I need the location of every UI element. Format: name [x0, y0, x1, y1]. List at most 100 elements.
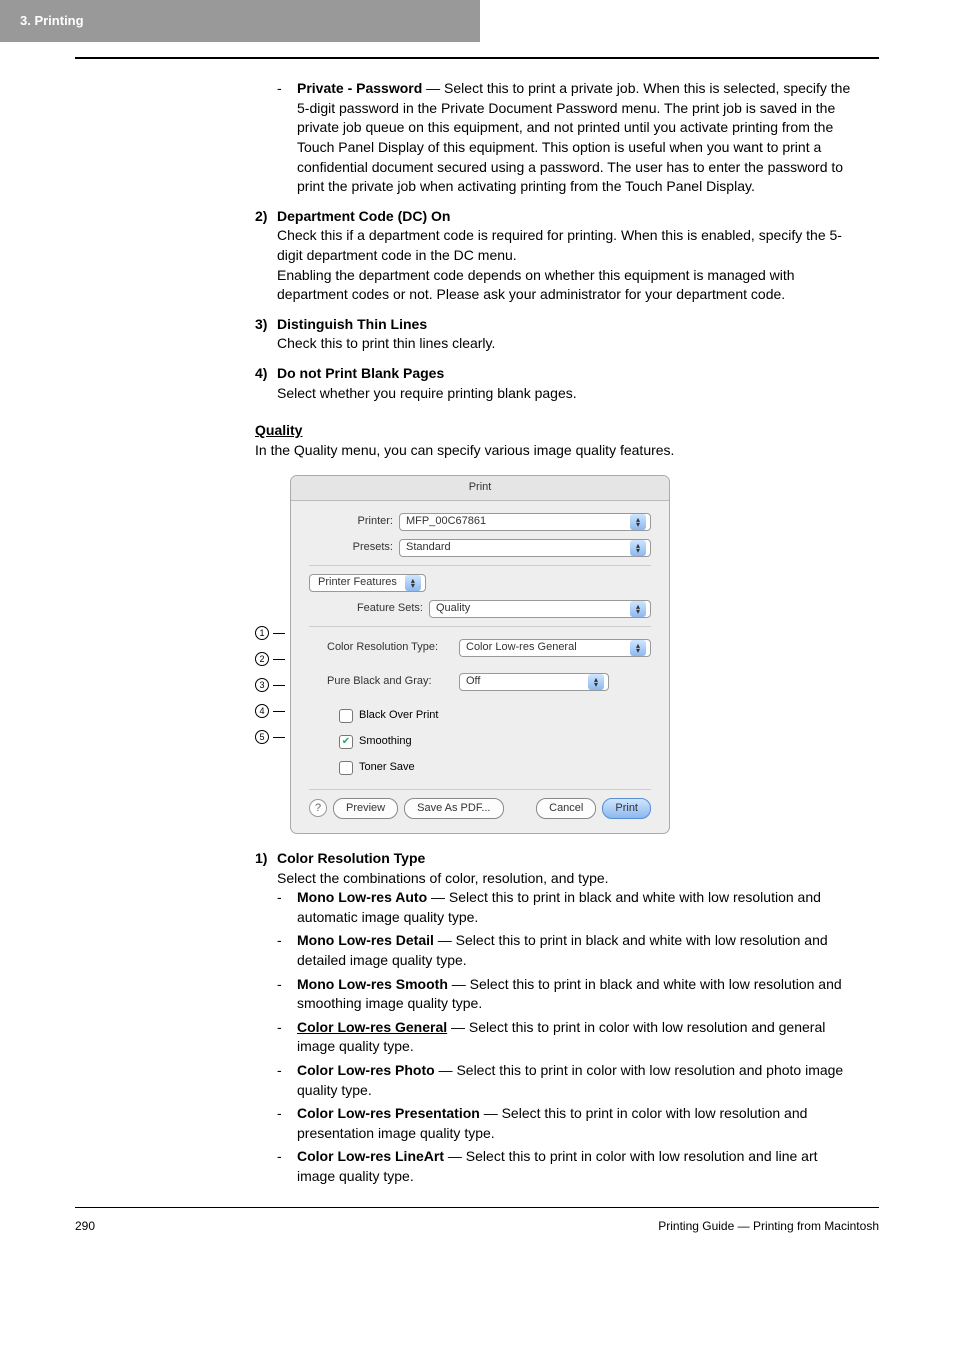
smoothing-checkbox[interactable]: ✔ [339, 735, 353, 749]
page-header: 3. Printing [0, 0, 954, 42]
feature-sets-label: Feature Sets: [309, 601, 429, 616]
list-item: -Mono Low-res Detail — Select this to pr… [277, 931, 859, 970]
divider [309, 626, 651, 627]
color-res-options: -Mono Low-res Auto — Select this to prin… [255, 888, 859, 1186]
option-text: Mono Low-res Auto — Select this to print… [297, 888, 859, 927]
printer-value: MFP_00C67861 [406, 514, 486, 529]
list-item: -Mono Low-res Smooth — Select this to pr… [277, 975, 859, 1014]
item-3-p1: Check this to print thin lines clearly. [277, 334, 859, 354]
item-2-p1: Check this if a department code is requi… [277, 226, 859, 265]
list-item: -Color Low-res Presentation — Select thi… [277, 1104, 859, 1143]
bullet-dash: - [277, 975, 297, 1014]
print-button[interactable]: Print [602, 798, 651, 819]
save-pdf-button[interactable]: Save As PDF... [404, 798, 503, 819]
private-password-text: Private - Password — Select this to prin… [297, 79, 859, 197]
callout-5: 5 [255, 724, 285, 750]
bullet-dash: - [277, 1018, 297, 1057]
quality-intro: In the Quality menu, you can specify var… [255, 441, 859, 461]
option-name: Color Low-res Presentation [297, 1105, 480, 1121]
item-4-p1: Select whether you require printing blan… [277, 384, 859, 404]
option-name: Color Low-res Photo [297, 1062, 435, 1078]
chevron-updown-icon: ▴▾ [630, 601, 646, 617]
option-text: Color Low-res Presentation — Select this… [297, 1104, 859, 1143]
item-2-num: 2) [255, 207, 277, 305]
color-res-label: Color Resolution Type: [309, 640, 459, 655]
cancel-button[interactable]: Cancel [536, 798, 596, 819]
item-3-num: 3) [255, 315, 277, 354]
print-dialog: Print Printer: MFP_00C67861 ▴▾ Presets: … [290, 475, 670, 834]
option-text: Color Low-res LineArt — Select this to p… [297, 1147, 859, 1186]
option-text: Color Low-res Photo — Select this to pri… [297, 1061, 859, 1100]
footer: 290 Printing Guide — Printing from Macin… [0, 1218, 954, 1260]
list-item: -Mono Low-res Auto — Select this to prin… [277, 888, 859, 927]
bullet-dash: - [277, 1147, 297, 1186]
chevron-updown-icon: ▴▾ [630, 540, 646, 556]
option-name: Color Low-res General [297, 1019, 447, 1035]
printer-select[interactable]: MFP_00C67861 ▴▾ [399, 513, 651, 531]
option-name: Color Low-res LineArt [297, 1148, 444, 1164]
black-overprint-checkbox[interactable] [339, 709, 353, 723]
option-name: Mono Low-res Smooth [297, 976, 448, 992]
bullet-dash: - [277, 79, 297, 197]
chevron-updown-icon: ▴▾ [405, 575, 421, 591]
chevron-updown-icon: ▴▾ [588, 674, 604, 690]
option-text: Mono Low-res Detail — Select this to pri… [297, 931, 859, 970]
item-4-title: Do not Print Blank Pages [277, 364, 859, 384]
list-item: -Color Low-res General — Select this to … [277, 1018, 859, 1057]
smoothing-label: Smoothing [359, 734, 412, 749]
item-4: 4) Do not Print Blank Pages Select wheth… [255, 364, 859, 403]
private-password-label: Private - Password [297, 80, 422, 96]
option-name: Mono Low-res Detail [297, 932, 434, 948]
color-res-num: 1) [255, 849, 277, 888]
divider [309, 565, 651, 566]
callout-3: 3 [255, 672, 285, 698]
item-2-title: Department Code (DC) On [277, 207, 859, 227]
presets-label: Presets: [309, 540, 399, 555]
feature-sets-select[interactable]: Quality ▴▾ [429, 600, 651, 618]
dialog-title: Print [291, 476, 669, 500]
chevron-updown-icon: ▴▾ [630, 514, 646, 530]
private-password-desc: — Select this to print a private job. Wh… [297, 80, 850, 194]
presets-value: Standard [406, 540, 451, 555]
presets-select[interactable]: Standard ▴▾ [399, 539, 651, 557]
divider [309, 789, 651, 790]
color-res-section: 1) Color Resolution Type Select the comb… [255, 849, 859, 888]
help-icon[interactable]: ? [309, 799, 327, 817]
quality-heading: Quality [255, 421, 859, 441]
printer-label: Printer: [309, 514, 399, 529]
color-res-intro: Select the combinations of color, resolu… [277, 869, 859, 889]
option-name: Mono Low-res Auto [297, 889, 427, 905]
private-password-block: - Private - Password — Select this to pr… [255, 79, 859, 197]
feature-tab-value: Printer Features [318, 575, 397, 590]
callout-2: 2 [255, 646, 285, 672]
bottom-rule [75, 1207, 879, 1208]
bullet-dash: - [277, 1061, 297, 1100]
print-dialog-figure: 1 2 3 4 5 Print Printer: MFP_00C67861 ▴▾… [255, 475, 859, 834]
color-res-select[interactable]: Color Low-res General ▴▾ [459, 639, 651, 657]
color-res-value: Color Low-res General [466, 640, 577, 655]
pure-black-value: Off [466, 674, 480, 689]
feature-sets-value: Quality [436, 601, 470, 616]
item-2-p2: Enabling the department code depends on … [277, 266, 859, 305]
bullet-dash: - [277, 1104, 297, 1143]
item-3-title: Distinguish Thin Lines [277, 315, 859, 335]
feature-tab-select[interactable]: Printer Features ▴▾ [309, 574, 426, 592]
black-overprint-label: Black Over Print [359, 708, 438, 723]
callouts: 1 2 3 4 5 [255, 620, 285, 750]
list-item: -Color Low-res LineArt — Select this to … [277, 1147, 859, 1186]
bullet-dash: - [277, 888, 297, 927]
callout-4: 4 [255, 698, 285, 724]
item-2: 2) Department Code (DC) On Check this if… [255, 207, 859, 305]
page-content: - Private - Password — Select this to pr… [0, 79, 954, 1186]
color-res-title: Color Resolution Type [277, 849, 859, 869]
pure-black-select[interactable]: Off ▴▾ [459, 673, 609, 691]
chevron-updown-icon: ▴▾ [630, 640, 646, 656]
option-text: Mono Low-res Smooth — Select this to pri… [297, 975, 859, 1014]
toner-save-label: Toner Save [359, 760, 415, 775]
item-3: 3) Distinguish Thin Lines Check this to … [255, 315, 859, 354]
preview-button[interactable]: Preview [333, 798, 398, 819]
toner-save-checkbox[interactable] [339, 761, 353, 775]
top-rule [75, 57, 879, 59]
callout-1: 1 [255, 620, 285, 646]
list-item: -Color Low-res Photo — Select this to pr… [277, 1061, 859, 1100]
